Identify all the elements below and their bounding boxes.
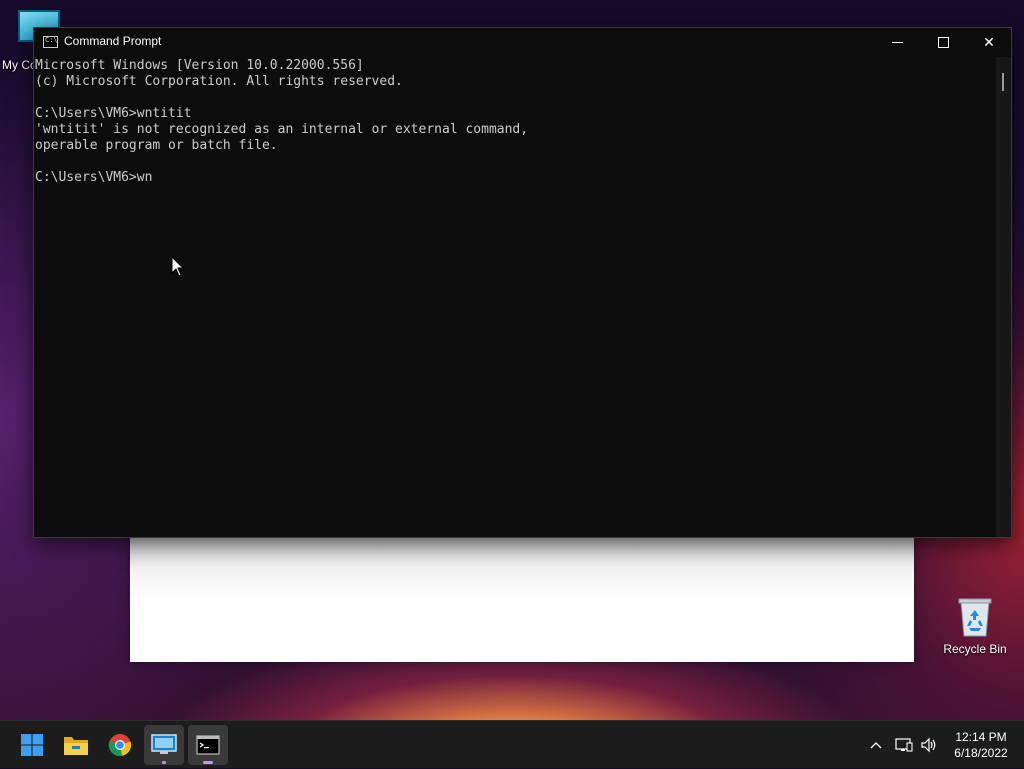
chrome-button[interactable]: [100, 725, 140, 765]
cmd-icon: [196, 735, 220, 755]
remote-desktop-icon: [151, 734, 177, 754]
mouse-pointer-icon: [171, 256, 185, 277]
console-input-line[interactable]: C:\Users\VM6>wn: [35, 170, 996, 186]
volume-icon[interactable]: [918, 721, 940, 769]
active-indicator: [203, 761, 213, 764]
vertical-scrollbar[interactable]: [996, 57, 1011, 537]
maximize-icon: [937, 37, 949, 48]
remote-desktop-button[interactable]: [144, 725, 184, 765]
window-title: Command Prompt: [64, 34, 162, 48]
clock[interactable]: 12:14 PM 6/18/2022: [946, 729, 1016, 761]
close-button[interactable]: ✕: [966, 28, 1012, 57]
network-icon[interactable]: [892, 721, 916, 769]
command-prompt-taskbar-button[interactable]: [188, 725, 228, 765]
desktop-icon-label: Recycle Bin: [943, 642, 1007, 656]
file-explorer-button[interactable]: [56, 725, 96, 765]
background-window[interactable]: [130, 534, 914, 662]
cmd-icon-text: C:\: [45, 36, 58, 44]
close-icon: ✕: [983, 34, 995, 51]
running-indicator: [162, 761, 166, 764]
console-line: operable program or batch file.: [35, 138, 278, 153]
minimize-button[interactable]: [874, 28, 920, 57]
start-button[interactable]: [12, 725, 52, 765]
desktop-icon-recycle-bin[interactable]: Recycle Bin: [940, 596, 1010, 656]
chrome-icon: [108, 734, 132, 757]
clock-date: 6/18/2022: [954, 746, 1008, 760]
console-line: 'wntitit' is not recognized as an intern…: [35, 122, 529, 137]
console-line: (c) Microsoft Corporation. All rights re…: [35, 74, 403, 89]
scrollbar-thumb[interactable]: [1002, 73, 1004, 91]
taskbar: 12:14 PM 6/18/2022: [0, 720, 1024, 768]
show-hidden-icons-chevron-icon[interactable]: [866, 721, 886, 769]
desktop-icon-label: My Co: [2, 58, 37, 72]
minimize-icon: [891, 42, 903, 43]
command-prompt-window[interactable]: C:\ Command Prompt ✕ Microsoft Windows […: [33, 27, 1012, 538]
maximize-button[interactable]: [920, 28, 966, 57]
windows-logo-icon: [21, 734, 43, 756]
recycle-bin-icon: [957, 596, 993, 638]
clock-time: 12:14 PM: [955, 730, 1007, 744]
console-line: C:\Users\VM6>wntitit: [35, 106, 192, 121]
cmd-icon[interactable]: C:\: [43, 36, 58, 48]
folder-icon: [64, 737, 88, 755]
console-output[interactable]: Microsoft Windows [Version 10.0.22000.55…: [34, 57, 996, 537]
title-bar[interactable]: C:\ Command Prompt ✕: [34, 28, 1011, 57]
console-line: Microsoft Windows [Version 10.0.22000.55…: [35, 58, 364, 73]
